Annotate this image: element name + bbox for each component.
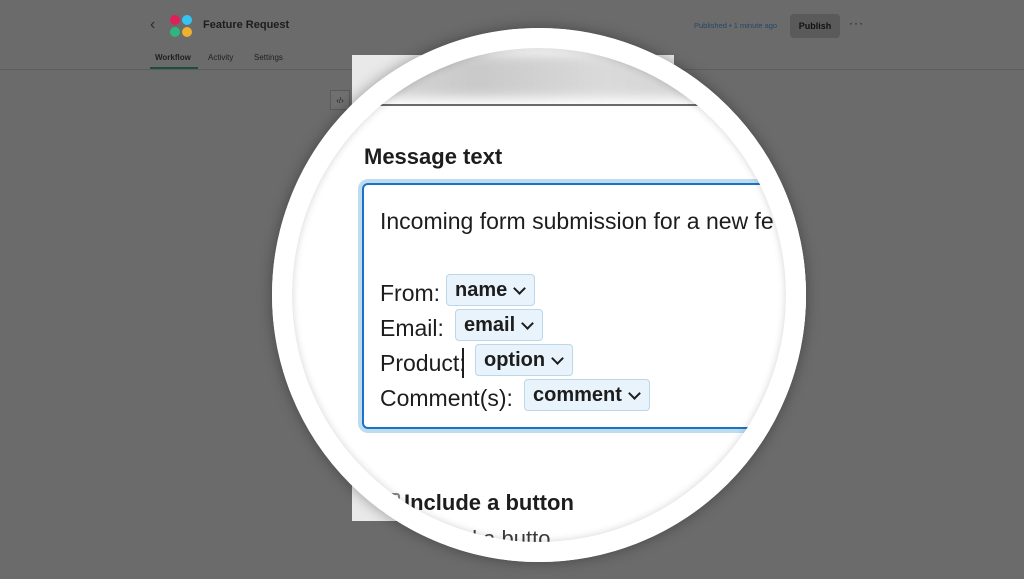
message-intro-line: Incoming form submission for a new fe (380, 208, 774, 234)
include-button-checkbox[interactable] (380, 493, 400, 513)
field-row-comment: Comment(s): (380, 385, 513, 412)
tab-settings[interactable]: Settings (254, 53, 283, 62)
variable-token-email[interactable]: email (455, 309, 544, 341)
token-label: name (455, 278, 508, 301)
variable-token-comment[interactable]: comment (524, 379, 650, 411)
variable-token-option[interactable]: option (475, 344, 574, 376)
tab-activity[interactable]: Activity (208, 53, 233, 62)
tab-workflow[interactable]: Workflow (155, 53, 191, 62)
published-status: Published • 1 minute ago (694, 21, 778, 30)
field-label: From: (380, 280, 441, 306)
token-label: email (464, 313, 516, 336)
add-button-hint: n add a butto (422, 526, 551, 551)
back-arrow-icon[interactable]: ‹ (150, 16, 155, 34)
message-text-input[interactable]: Incoming form submission for a new fe Fr… (362, 183, 806, 429)
field-row-from: From: (380, 280, 440, 307)
workflow-title: Feature Request (203, 19, 290, 31)
chevron-down-icon (521, 316, 535, 330)
chevron-down-icon (551, 351, 564, 365)
more-options-icon[interactable]: ··· (849, 16, 864, 30)
magnifier-lens: Message text Incoming form submission fo… (272, 28, 806, 562)
token-label: comment (533, 383, 622, 406)
code-view-button[interactable]: ‹/› (330, 90, 350, 110)
field-label: Comment(s): (380, 385, 513, 411)
include-button-label: Include a button (404, 490, 574, 515)
field-label: Email: (380, 315, 444, 341)
token-label: option (484, 348, 546, 371)
field-row-product: Product: (380, 348, 466, 378)
field-row-email: Email: (380, 315, 444, 342)
text-cursor (462, 348, 464, 378)
blurred-divider (374, 104, 714, 106)
blurred-modal-header (352, 54, 772, 98)
chevron-down-icon (628, 386, 641, 400)
chevron-down-icon (513, 281, 527, 295)
message-text-label: Message text (364, 144, 503, 169)
app-logo-icon (170, 15, 194, 39)
field-label: Product: (380, 350, 466, 376)
variable-token-name[interactable]: name (446, 274, 536, 306)
publish-button[interactable]: Publish (790, 14, 840, 38)
